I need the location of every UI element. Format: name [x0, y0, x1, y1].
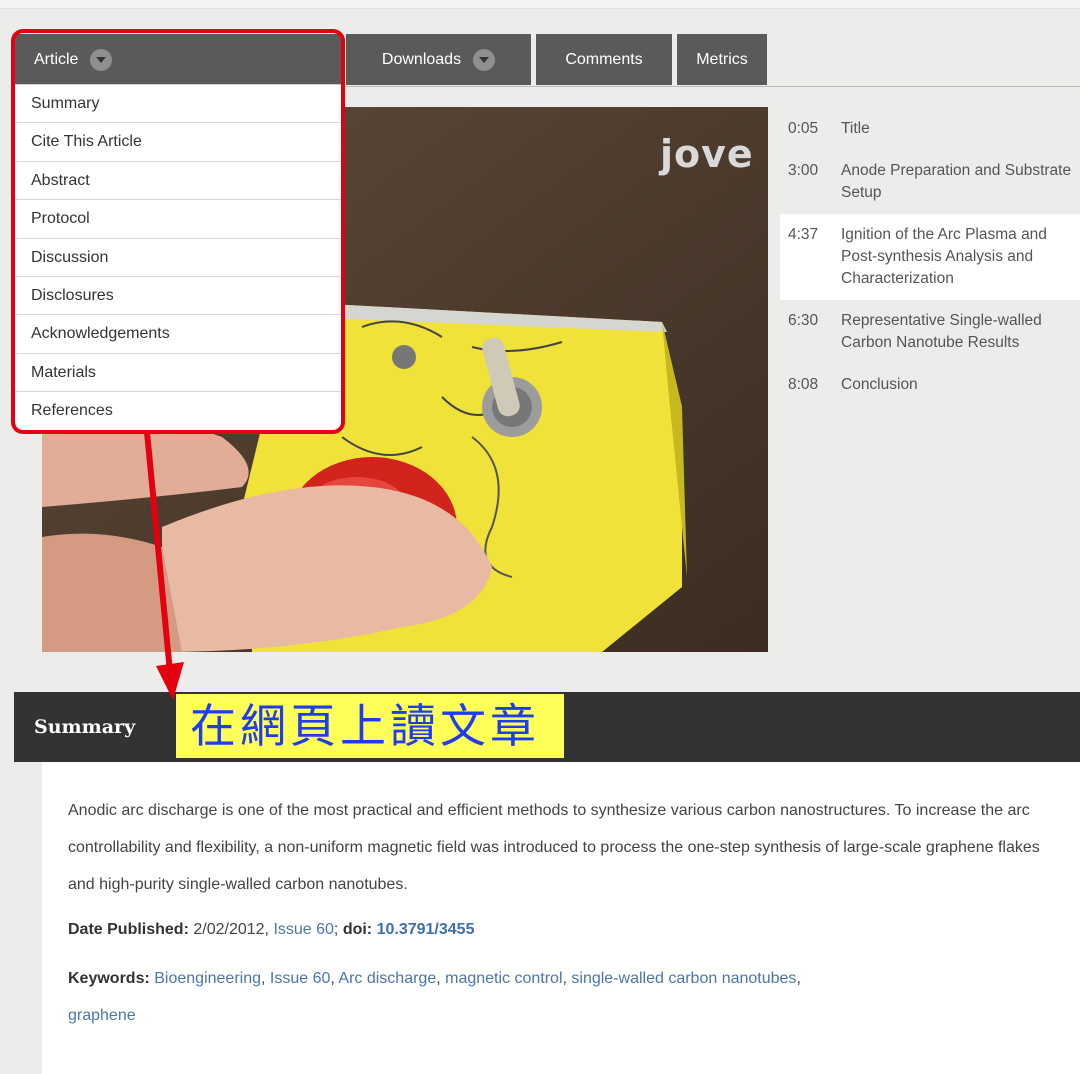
page-top-strip	[0, 0, 1080, 9]
chevron-down-icon	[90, 48, 113, 71]
menu-item-summary[interactable]: Summary	[15, 85, 341, 124]
article-dropdown-menu: Summary Cite This Article Abstract Proto…	[14, 84, 342, 432]
tab-article[interactable]: Article	[14, 34, 342, 85]
chapter-label: Anode Preparation and Substrate Setup	[841, 162, 1072, 201]
date-published-value: 2/02/2012,	[193, 921, 269, 938]
keywords-line: Keywords: Bioengineering, Issue 60, Arc …	[68, 970, 801, 1024]
doi-label: doi:	[342, 921, 373, 938]
summary-text: Anodic arc discharge is one of the most …	[68, 802, 1040, 893]
menu-item-materials[interactable]: Materials	[15, 354, 341, 393]
menu-item-acknowledgements[interactable]: Acknowledgements	[15, 315, 341, 354]
chapter-label: Representative Single-walled Carbon Nano…	[841, 312, 1042, 351]
chapter-label: Conclusion	[841, 376, 918, 393]
annotation-label: 在網頁上讀文章	[176, 694, 564, 758]
keyword-link[interactable]: magnetic control	[445, 970, 562, 987]
chapter-time: 8:08	[788, 376, 819, 393]
chapter-item[interactable]: 6:30 Representative Single-walled Carbon…	[780, 300, 1080, 364]
tab-article-label: Article	[34, 50, 79, 68]
keyword-link[interactable]: Arc discharge	[338, 970, 436, 987]
tab-downloads[interactable]: Downloads	[346, 34, 531, 85]
menu-item-disclosures[interactable]: Disclosures	[15, 277, 341, 316]
issue-link[interactable]: Issue 60	[273, 921, 333, 938]
tab-downloads-label: Downloads	[381, 50, 462, 68]
keyword-link[interactable]: Issue 60	[270, 970, 330, 987]
menu-item-abstract[interactable]: Abstract	[15, 162, 341, 201]
chevron-down-icon	[473, 48, 496, 71]
tab-metrics-label: Metrics	[696, 50, 748, 68]
chapter-item-active[interactable]: 4:37 Ignition of the Arc Plasma and Post…	[780, 214, 1080, 300]
chapter-item[interactable]: 0:05 Title	[780, 108, 1080, 150]
date-published-label: Date Published:	[68, 921, 189, 938]
chapter-label: Ignition of the Arc Plasma and Post-synt…	[841, 226, 1047, 287]
chapter-time: 4:37	[788, 226, 819, 243]
menu-item-discussion[interactable]: Discussion	[15, 239, 341, 277]
chapter-time: 0:05	[788, 120, 819, 137]
keywords-label: Keywords:	[68, 970, 150, 987]
tab-comments[interactable]: Comments	[536, 34, 672, 85]
keyword-link[interactable]: graphene	[68, 1007, 136, 1024]
article-tab-bar: Article Downloads Comments Metrics	[14, 34, 1080, 87]
menu-item-cite[interactable]: Cite This Article	[15, 123, 341, 162]
keyword-link[interactable]: Bioengineering	[154, 970, 261, 987]
menu-item-protocol[interactable]: Protocol	[15, 200, 341, 239]
keyword-link[interactable]: single-walled carbon nanotubes	[571, 970, 796, 987]
chapter-time: 6:30	[788, 312, 819, 329]
chapter-item[interactable]: 8:08 Conclusion	[780, 364, 1080, 406]
summary-panel: Anodic arc discharge is one of the most …	[42, 762, 1080, 1074]
tab-metrics[interactable]: Metrics	[677, 34, 767, 85]
doi-link[interactable]: 10.3791/3455	[377, 921, 475, 938]
chapter-time: 3:00	[788, 162, 819, 179]
publication-info: Date Published: 2/02/2012, Issue 60; doi…	[68, 921, 475, 938]
chapter-item[interactable]: 3:00 Anode Preparation and Substrate Set…	[780, 150, 1080, 214]
tab-comments-label: Comments	[565, 50, 643, 68]
jove-logo: jove	[660, 132, 754, 176]
menu-item-references[interactable]: References	[15, 392, 341, 430]
chapter-list: 0:05 Title 3:00 Anode Preparation and Su…	[780, 108, 1080, 406]
chapter-label: Title	[841, 120, 870, 137]
summary-title: Summary	[34, 716, 136, 738]
